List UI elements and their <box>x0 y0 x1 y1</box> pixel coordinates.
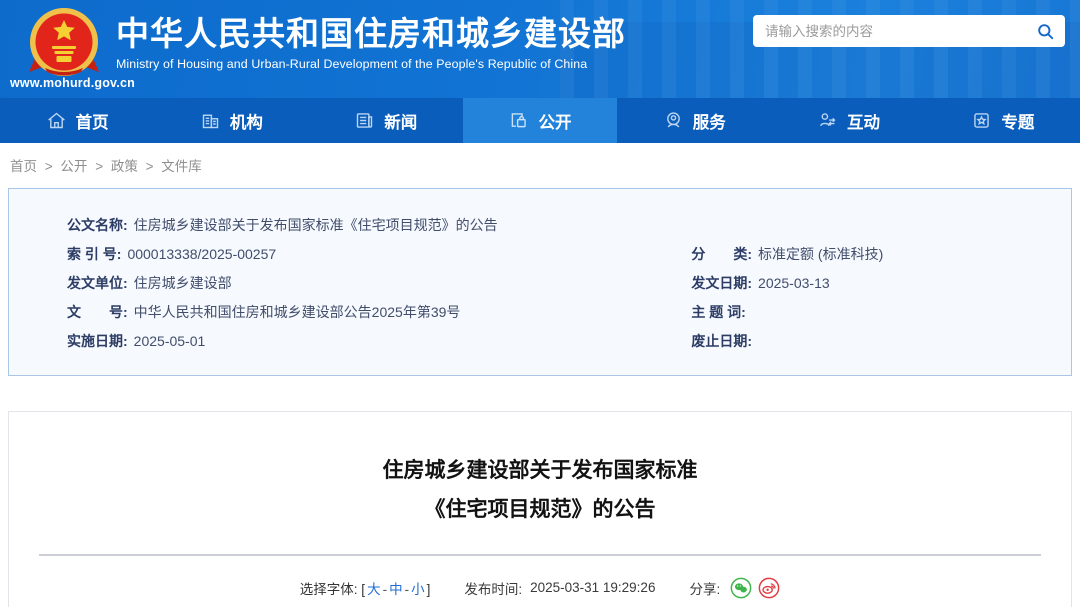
breadcrumb-home[interactable]: 首页 <box>10 159 37 174</box>
font-separator: - <box>404 581 410 597</box>
meta-value-index: 000013338/2025-00257 <box>127 246 277 262</box>
breadcrumb-library[interactable]: 文件库 <box>161 159 202 174</box>
meta-value-name: 住房城乡建设部关于发布国家标准《住宅项目规范》的公告 <box>133 217 498 233</box>
breadcrumb-policy[interactable]: 政策 <box>111 159 138 174</box>
meta-value-issue-date: 2025-03-13 <box>758 275 830 291</box>
meta-label-issue-date: 发文日期: <box>691 275 753 291</box>
ministry-title-cn: 中华人民共和国住房和城乡建设部 <box>116 15 626 52</box>
meta-row-repeal-date: 废止日期: <box>691 327 1013 356</box>
article-title-line2: 《住宅项目规范》的公告 <box>424 497 656 521</box>
services-icon <box>666 112 680 128</box>
article-title: 住房城乡建设部关于发布国家标准 《住宅项目规范》的公告 <box>9 412 1071 530</box>
meta-row-index: 索 引 号: 000013338/2025-00257 <box>67 240 691 269</box>
nav-item-label: 首页 <box>75 113 109 132</box>
share-icons <box>730 577 780 599</box>
meta-label-issuer: 发文单位: <box>67 275 128 291</box>
breadcrumb-separator: > <box>95 159 104 174</box>
search-input[interactable] <box>765 23 1036 39</box>
meta-label-doc-number: 文 号: <box>67 304 128 320</box>
nav-item-home[interactable]: 首页 <box>0 98 154 143</box>
title-block: 中华人民共和国住房和城乡建设部 Ministry of Housing and … <box>116 13 626 71</box>
nav-item-services[interactable]: 服务 <box>617 98 771 143</box>
article-title-line1: 住房城乡建设部关于发布国家标准 <box>382 459 698 482</box>
nav-item-label: 互动 <box>847 113 881 132</box>
meta-row-effective-date: 实施日期: 2025-05-01 <box>67 327 691 356</box>
weibo-share-icon[interactable] <box>758 577 780 599</box>
font-size-large-link[interactable]: 大 <box>367 582 381 597</box>
nav-item-label: 机构 <box>229 113 263 132</box>
interaction-icon <box>819 113 836 127</box>
nav-item-label: 专题 <box>1001 113 1035 132</box>
share-label: 分享: <box>689 581 721 597</box>
search-box[interactable] <box>753 15 1065 47</box>
nav-item-label: 新闻 <box>384 113 418 132</box>
nav-item-label: 服务 <box>692 113 726 132</box>
article-meta-bar: 选择字体: [大 - 中 - 小] 发布时间: 2025-03-31 19:29:26 … <box>9 577 1071 599</box>
disclosure-icon <box>512 113 527 128</box>
ministry-title-en: Ministry of Housing and Urban-Rural Deve… <box>116 57 588 72</box>
meta-label-effective-date: 实施日期: <box>67 333 128 349</box>
font-size-small-link[interactable]: 小 <box>411 582 425 597</box>
national-emblem-block: www.mohurd.gov.cn <box>10 6 135 90</box>
meta-label-category: 分 类: <box>691 246 753 262</box>
meta-row-category: 分 类: 标准定额 (标准科技) <box>691 240 1013 269</box>
document-meta-box: 公文名称: 住房城乡建设部关于发布国家标准《住宅项目规范》的公告 索 引 号: … <box>8 188 1072 376</box>
nav-item-topics[interactable]: 专题 <box>926 98 1080 143</box>
article-box: 住房城乡建设部关于发布国家标准 《住宅项目规范》的公告 选择字体: [大 - 中 - 小… <box>8 411 1072 607</box>
meta-row-doc-number: 文 号: 中华人民共和国住房和城乡建设部公告2025年第39号 <box>67 298 691 327</box>
meta-label-keywords: 主 题 词: <box>691 304 746 320</box>
meta-row-issue-date: 发文日期: 2025-03-13 <box>691 269 1013 298</box>
bracket: [ <box>361 581 366 597</box>
main-nav: 首页 机构 新闻 公开 服务 互动 专题 <box>0 98 1080 143</box>
wechat-share-icon[interactable] <box>730 577 752 599</box>
breadcrumb-separator: > <box>44 159 53 174</box>
site-header: www.mohurd.gov.cn 中华人民共和国住房和城乡建设部 Minist… <box>0 0 1080 98</box>
meta-value-effective-date: 2025-05-01 <box>133 333 206 349</box>
meta-right-column: 分 类: 标准定额 (标准科技) 发文日期: 2025-03-13 主 题 词:… <box>691 240 1013 356</box>
publish-time-label: 发布时间: <box>464 581 523 597</box>
font-size-selector: 选择字体: [大 - 中 - 小] <box>300 578 431 598</box>
font-separator: - <box>382 581 388 597</box>
meta-left-column: 索 引 号: 000013338/2025-00257 发文单位: 住房城乡建设… <box>67 240 691 356</box>
meta-row-name: 公文名称: 住房城乡建设部关于发布国家标准《住宅项目规范》的公告 <box>67 211 1013 240</box>
nav-item-label: 公开 <box>538 113 572 132</box>
publish-time-value: 2025-03-31 19:29:26 <box>530 580 656 596</box>
meta-label-repeal-date: 废止日期: <box>691 333 753 349</box>
search-icon[interactable] <box>1036 22 1055 41</box>
meta-label-index: 索 引 号: <box>67 246 122 262</box>
meta-row-keywords: 主 题 词: <box>691 298 1013 327</box>
organization-icon <box>202 114 219 129</box>
news-icon <box>357 113 373 128</box>
home-icon <box>47 112 65 129</box>
meta-label-name: 公文名称: <box>67 217 128 233</box>
nav-item-interaction[interactable]: 互动 <box>771 98 925 143</box>
meta-value-issuer: 住房城乡建设部 <box>133 275 232 291</box>
national-emblem-icon <box>29 8 99 76</box>
meta-value-category: 标准定额 (标准科技) <box>758 246 884 262</box>
nav-item-news[interactable]: 新闻 <box>309 98 463 143</box>
article-divider <box>39 553 1041 556</box>
font-select-label: 选择字体: <box>299 581 358 597</box>
topics-icon <box>974 113 990 128</box>
bracket: ] <box>426 581 431 597</box>
font-size-medium-link[interactable]: 中 <box>389 582 403 597</box>
meta-value-doc-number: 中华人民共和国住房和城乡建设部公告2025年第39号 <box>133 304 461 320</box>
breadcrumb-disclosure[interactable]: 公开 <box>60 159 87 174</box>
nav-item-disclosure[interactable]: 公开 <box>462 98 618 143</box>
site-url: www.mohurd.gov.cn <box>10 76 135 90</box>
meta-row-issuer: 发文单位: 住房城乡建设部 <box>67 269 691 298</box>
nav-item-organization[interactable]: 机构 <box>154 98 308 143</box>
breadcrumb-separator: > <box>145 159 154 174</box>
breadcrumb: 首页 > 公开 > 政策 > 文件库 <box>0 143 1080 175</box>
